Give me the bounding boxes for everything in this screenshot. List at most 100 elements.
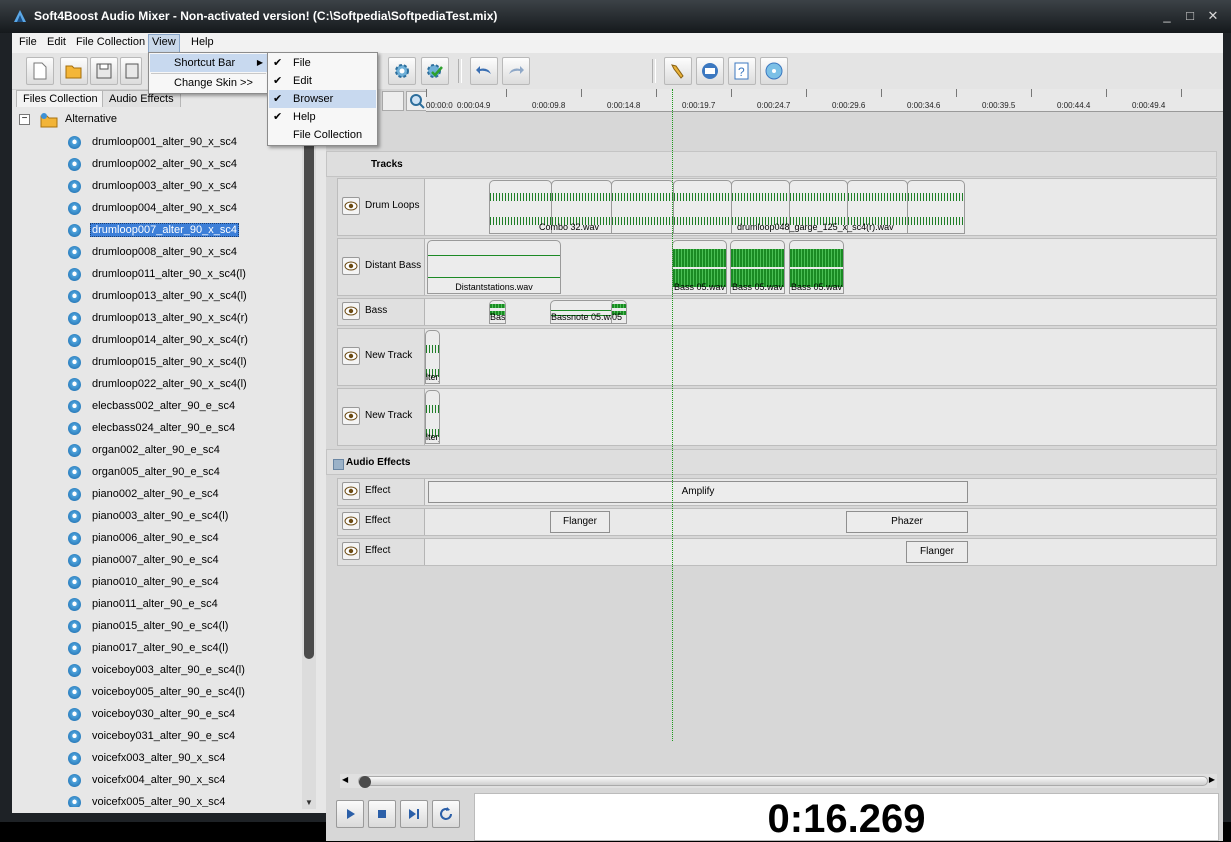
save-button[interactable] (90, 57, 118, 85)
track-row[interactable]: Distant Bass Distantstations.wav Bass 05.w… (337, 238, 1217, 296)
waveform (612, 304, 626, 308)
new-button[interactable] (26, 57, 54, 85)
track-lane[interactable]: Bass 05.wav Bassnote 05.wav05 (425, 299, 1216, 325)
play-button[interactable] (336, 800, 364, 828)
eye-visibility-icon[interactable] (342, 257, 360, 275)
menu-item-change-skin[interactable]: Change Skin >> (150, 74, 267, 92)
maximize-button[interactable]: □ (1183, 9, 1197, 23)
effect-lane[interactable]: Flanger Phazer (425, 509, 1216, 535)
track-lane[interactable]: Combo 32.wav drumloop048_garge_125_x_sc4(… (425, 179, 1216, 235)
close-button[interactable]: ✕ (1206, 9, 1220, 23)
tree-file-label: drumloop003_alter_90_x_sc4 (92, 180, 237, 192)
tab-files-collection[interactable]: Files Collection (16, 90, 105, 107)
scroll-knob[interactable] (359, 776, 371, 788)
effect-row[interactable]: Effect Flanger Phazer (337, 508, 1217, 536)
submenu-item[interactable]: ✔ Help (269, 108, 376, 126)
audio-clip[interactable]: Bass 05.wav (730, 240, 785, 294)
clip-label: lter_ (426, 432, 439, 442)
open-button[interactable] (60, 57, 88, 85)
effect-row[interactable]: Effect Amplify (337, 478, 1217, 506)
ruler-tick-mark (956, 89, 957, 97)
submenu-item[interactable]: ✔ Edit (269, 72, 376, 90)
audio-clip[interactable]: Distantstations.wav (427, 240, 561, 294)
tree-file-label: voiceboy003_alter_90_e_sc4(l) (92, 664, 245, 676)
audio-clip[interactable]: Bass 05.wav (789, 240, 844, 294)
track-row[interactable]: New Track lter_ (337, 328, 1217, 386)
eye-visibility-icon[interactable] (342, 482, 360, 500)
ruler-tick-mark (881, 89, 882, 97)
effect-lane[interactable]: Flanger (425, 539, 1216, 565)
svg-text:?: ? (738, 65, 745, 79)
effect-block[interactable]: Amplify (428, 481, 968, 503)
help-button[interactable]: ? (728, 57, 756, 85)
effect-lane[interactable]: Amplify (425, 479, 1216, 505)
save-as-button[interactable] (120, 57, 142, 85)
audio-clip[interactable]: lter_ (425, 390, 440, 444)
audio-clip[interactable] (611, 180, 674, 234)
track-row[interactable]: Bass Bass 05.wav Bassnote 05.wav05 (337, 298, 1217, 326)
zoom-out-button[interactable] (382, 91, 404, 111)
menu-file[interactable]: File (19, 36, 37, 48)
scroll-left-icon[interactable]: ◀ (342, 775, 348, 784)
timeline-scroll-thumb[interactable] (358, 776, 1208, 788)
settings-button[interactable] (388, 57, 416, 85)
track-lane[interactable]: lter_ (425, 389, 1216, 445)
stop-button[interactable] (368, 800, 396, 828)
audio-clip[interactable]: Bass 05.wav (672, 240, 727, 294)
about-button[interactable] (760, 57, 788, 85)
track-row[interactable]: New Track lter_ (337, 388, 1217, 446)
undo-button[interactable] (470, 57, 498, 85)
tree-scrollbar[interactable]: ▼ (302, 89, 316, 809)
audio-clip[interactable]: 05 (611, 300, 627, 324)
menu-help[interactable]: Help (191, 36, 214, 48)
magnifier-icon (410, 94, 425, 109)
tree-scroll-thumb[interactable] (304, 119, 314, 659)
menu-item-shortcut-bar[interactable]: Shortcut Bar ▶ (150, 54, 267, 72)
eye-visibility-icon[interactable] (342, 347, 360, 365)
effects-group-header[interactable]: Audio Effects (326, 449, 1217, 475)
redo-button[interactable] (502, 57, 530, 85)
audio-clip[interactable]: Bassnote 05.wav (550, 300, 615, 324)
track-row[interactable]: Drum Loops Combo 32.wav drumloop048_garge_… (337, 178, 1217, 236)
playhead-line[interactable] (672, 89, 673, 741)
collapse-square-icon[interactable] (333, 459, 344, 470)
audio-clip[interactable]: Bass 05.wav (489, 300, 506, 324)
loop-button[interactable] (432, 800, 460, 828)
menu-view[interactable]: View (148, 34, 180, 53)
menu-edit[interactable]: Edit (47, 36, 66, 48)
audio-clip[interactable]: lter_ (425, 330, 440, 384)
register-button[interactable] (664, 57, 692, 85)
track-lane[interactable]: lter_ (425, 329, 1216, 385)
eye-visibility-icon[interactable] (342, 407, 360, 425)
eye-visibility-icon[interactable] (342, 512, 360, 530)
scroll-down-icon[interactable]: ▼ (305, 798, 313, 807)
audio-clip[interactable] (673, 180, 732, 234)
tracks-group-header[interactable]: Tracks (326, 151, 1217, 177)
eye-visibility-icon[interactable] (342, 302, 360, 320)
timeline-scrollbar[interactable]: ◀ ▶ (340, 774, 1217, 788)
audio-clip[interactable] (907, 180, 965, 234)
apply-button[interactable] (421, 57, 449, 85)
zoom-in-button[interactable] (406, 91, 428, 111)
time-ruler[interactable]: 00:00:0 0:00:04.9 0:00:09.8 0:00:14.8 0:00:1… (426, 89, 1223, 112)
menu-file-collection[interactable]: File Collection (76, 36, 145, 48)
effect-block[interactable]: Phazer (846, 511, 968, 533)
eye-visibility-icon[interactable] (342, 197, 360, 215)
eye-visibility-icon[interactable] (342, 542, 360, 560)
effect-row[interactable]: Effect Flanger (337, 538, 1217, 566)
track-header: Distant Bass (338, 239, 425, 295)
minimize-button[interactable]: _ (1160, 9, 1174, 23)
scroll-right-icon[interactable]: ▶ (1209, 775, 1215, 784)
submenu-item[interactable]: File Collection (269, 126, 376, 144)
submenu-item[interactable]: ✔ Browser (269, 90, 376, 108)
track-lane[interactable]: Distantstations.wav Bass 05.wav Bass 05.wa… (425, 239, 1216, 295)
submenu-item[interactable]: ✔ File (269, 54, 376, 72)
play-icon (347, 809, 355, 819)
tree-file-label: elecbass024_alter_90_e_sc4 (92, 422, 236, 434)
collapse-toggle[interactable]: − (19, 114, 30, 125)
title-bar[interactable]: Soft4Boost Audio Mixer - Non-activated v… (0, 0, 1231, 33)
keyboard-button[interactable] (696, 57, 724, 85)
effect-block[interactable]: Flanger (550, 511, 610, 533)
next-button[interactable] (400, 800, 428, 828)
effect-block[interactable]: Flanger (906, 541, 968, 563)
